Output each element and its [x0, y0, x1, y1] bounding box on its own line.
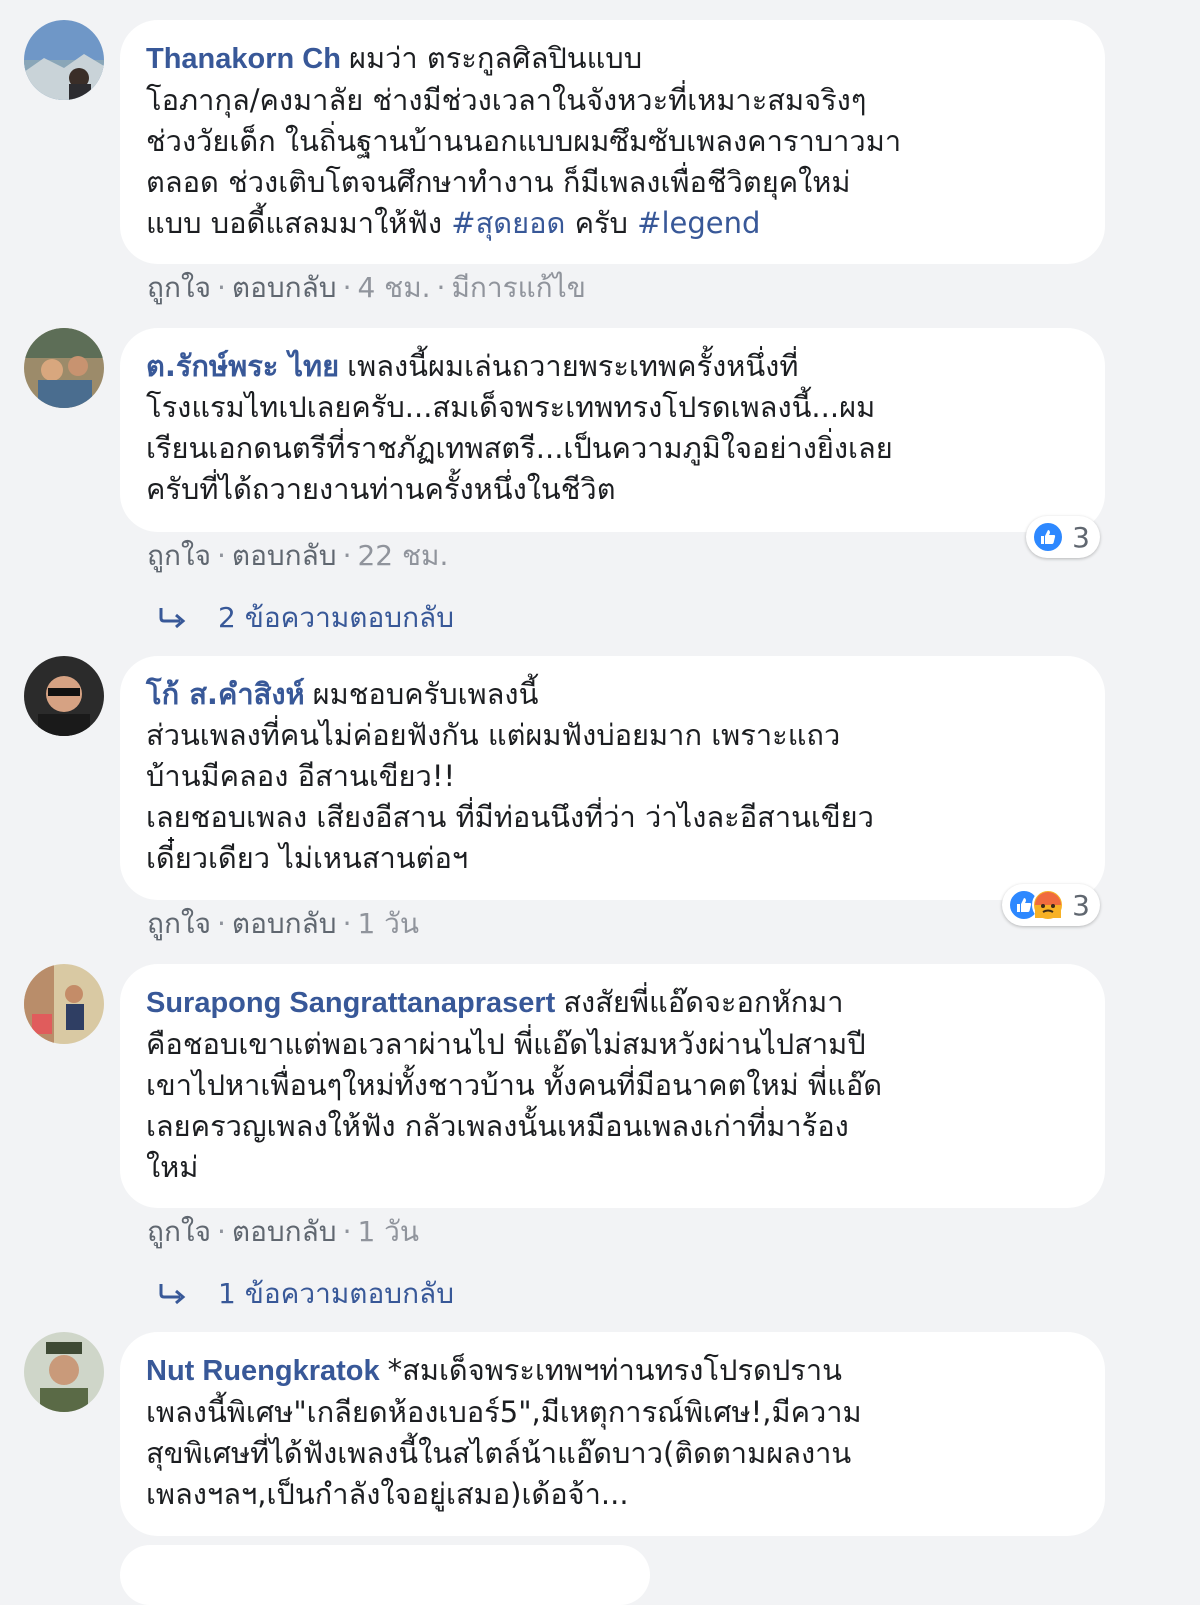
replies-count-label[interactable]: 1 ข้อความตอบกลับ [218, 1272, 454, 1316]
like-link[interactable]: ถูกใจ [147, 907, 211, 940]
comment-bubble: ต.รักษ์พระ ไทย เพลงนี้ผมเล่นถวายพระเทพครั… [120, 328, 1105, 532]
comment-bubble: Surapong Sangrattanaprasert สงสัยพี่แอ๊ดจ… [120, 964, 1105, 1208]
reaction-count: 3 [1072, 520, 1090, 554]
author-name[interactable]: ต.รักษ์พระ ไทย [146, 349, 339, 383]
angry-reaction-icon [1032, 889, 1065, 921]
edited-label[interactable]: มีการแก้ไข [451, 271, 585, 304]
view-replies-link[interactable]: 2 ข้อความตอบกลับ [158, 596, 454, 640]
comment-text: ผมชอบครับเพลงนี้ [312, 677, 539, 711]
comment-text: สุขพิเศษที่ได้ฟังเพลงนี้ในสไตล์น้าแอ๊ดบา… [146, 1436, 852, 1470]
timestamp[interactable]: 1 วัน [357, 907, 419, 940]
comment-text: ส่วนเพลงที่คนไม่ค่อยฟังกัน แต่ผมฟังบ่อยม… [146, 718, 841, 752]
author-name[interactable]: Thanakorn Ch [146, 43, 341, 75]
reply-arrow-icon [159, 1284, 186, 1305]
next-comment-bubble [120, 1545, 650, 1605]
comment-text: เพลงนี้พิเศษ"เกลียดห้องเบอร์5",มีเหตุการ… [146, 1395, 862, 1429]
comment-actions: ถูกใจ · ตอบกลับ · 1 วัน [147, 1210, 419, 1254]
separator: · [216, 907, 226, 940]
comment-actions: ถูกใจ · ตอบกลับ · 22 ชม. [147, 534, 448, 578]
hashtag-link[interactable]: #legend [637, 206, 760, 240]
comment-text: เพลงนี้ผมเล่นถวายพระเทพครั้งหนึ่งที่ [347, 349, 799, 383]
separator: · [216, 1215, 226, 1248]
comment-text: ผมว่า ตระกูลศิลปินแบบ [348, 41, 643, 75]
avatar[interactable] [24, 656, 104, 736]
comment-text: บ้านมีคลอง อีสานเขียว!! [146, 759, 456, 793]
separator: · [342, 539, 352, 572]
reply-arrow-icon [159, 608, 186, 629]
comment-text: โอภากุล/คงมาลัย ช่างมีช่วงเวลาในจังหวะที… [146, 83, 867, 117]
separator: · [216, 539, 226, 572]
reply-link[interactable]: ตอบกลับ [232, 1215, 337, 1248]
comment-text-last: แบบ บอดี้แสลมมาให้ฟัง #สุดยอด ครับ #lege… [146, 203, 1079, 244]
comment-text: ครับที่ได้ถวายงานท่านครั้งหนึ่งในชีวิต [146, 472, 616, 506]
comment-text: แบบ บอดี้แสลมมาให้ฟัง [146, 206, 443, 240]
separator: · [436, 271, 446, 304]
hashtag-link[interactable]: #สุดยอด [451, 206, 565, 240]
reply-link[interactable]: ตอบกลับ [232, 907, 337, 940]
avatar[interactable] [24, 20, 104, 100]
timestamp[interactable]: 4 ชม. [357, 271, 430, 304]
comment-actions: ถูกใจ · ตอบกลับ · 4 ชม. · มีการแก้ไข [147, 266, 586, 310]
comment-actions: ถูกใจ · ตอบกลับ · 1 วัน [147, 902, 419, 946]
avatar[interactable] [24, 328, 104, 408]
comment-text: เลยครวญเพลงให้ฟัง กลัวเพลงนั้นเหมือนเพลง… [146, 1109, 849, 1143]
reaction-count: 3 [1072, 888, 1090, 922]
comment-text: โรงแรมไทเปเลยครับ...สมเด็จพระเทพทรงโปรดเ… [146, 390, 876, 424]
comment-text: เลยชอบเพลง เสียงอีสาน ที่มีท่อนนึงที่ว่า… [146, 800, 874, 834]
author-name[interactable]: โก้ ส.คำสิงห์ [146, 677, 305, 711]
like-link[interactable]: ถูกใจ [147, 1215, 211, 1248]
timestamp[interactable]: 22 ชม. [357, 539, 448, 572]
comment-bubble: โก้ ส.คำสิงห์ ผมชอบครับเพลงนี้ ส่วนเพลงที… [120, 656, 1105, 900]
comment-text: เขาไปหาเพื่อนๆใหม่ทั้งชาวบ้าน ทั้งคนที่ม… [146, 1068, 883, 1102]
like-link[interactable]: ถูกใจ [147, 539, 211, 572]
comment-text: ตลอด ช่วงเติบโตจนศึกษาทำงาน ก็มีเพลงเพื่… [146, 165, 851, 199]
comment-text: เพลงฯลฯ,เป็นกำลังใจอยู่เสมอ)เด้อจ้า... [146, 1477, 629, 1511]
comment-bubble: Nut Ruengkratok *สมเด็จพระเทพฯท่านทรงโปรด… [120, 1332, 1105, 1536]
reaction-summary[interactable]: 3 [1026, 516, 1100, 558]
reply-link[interactable]: ตอบกลับ [232, 271, 337, 304]
separator: · [342, 907, 352, 940]
separator: · [216, 271, 226, 304]
timestamp[interactable]: 1 วัน [357, 1215, 419, 1248]
comment-text: สงสัยพี่แอ๊ดจะอกหักมา [563, 985, 844, 1019]
like-link[interactable]: ถูกใจ [147, 271, 211, 304]
avatar[interactable] [24, 964, 104, 1044]
comment-text: ช่วงวัยเด็ก ในถิ่นฐานบ้านนอกแบบผมซึมซับเ… [146, 124, 902, 158]
comment-text: คือชอบเขาแต่พอเวลาผ่านไป พี่แอ๊ดไม่สมหวั… [146, 1027, 866, 1061]
reply-link[interactable]: ตอบกลับ [232, 539, 337, 572]
comment-text: *สมเด็จพระเทพฯท่านทรงโปรดปราน [387, 1353, 842, 1387]
author-name[interactable]: Nut Ruengkratok [146, 1355, 380, 1387]
comment-text: ใหม่ [146, 1150, 199, 1184]
separator: · [342, 1215, 352, 1248]
author-name[interactable]: Surapong Sangrattanaprasert [146, 987, 555, 1019]
comment-text: เรียนเอกดนตรีที่ราชภัฏเทพสตรี...เป็นความ… [146, 431, 893, 465]
comment-text: ครับ [574, 206, 628, 240]
reaction-summary[interactable]: 3 [1002, 884, 1100, 926]
like-reaction-icon [1032, 521, 1065, 553]
view-replies-link[interactable]: 1 ข้อความตอบกลับ [158, 1272, 454, 1316]
separator: · [342, 271, 352, 304]
comment-text: เดี๋ยวเดียว ไม่เหนสานต่อฯ [146, 841, 469, 875]
replies-count-label[interactable]: 2 ข้อความตอบกลับ [218, 596, 454, 640]
comment-bubble: Thanakorn Ch ผมว่า ตระกูลศิลปินแบบ โอภากุ… [120, 20, 1105, 264]
avatar[interactable] [24, 1332, 104, 1412]
